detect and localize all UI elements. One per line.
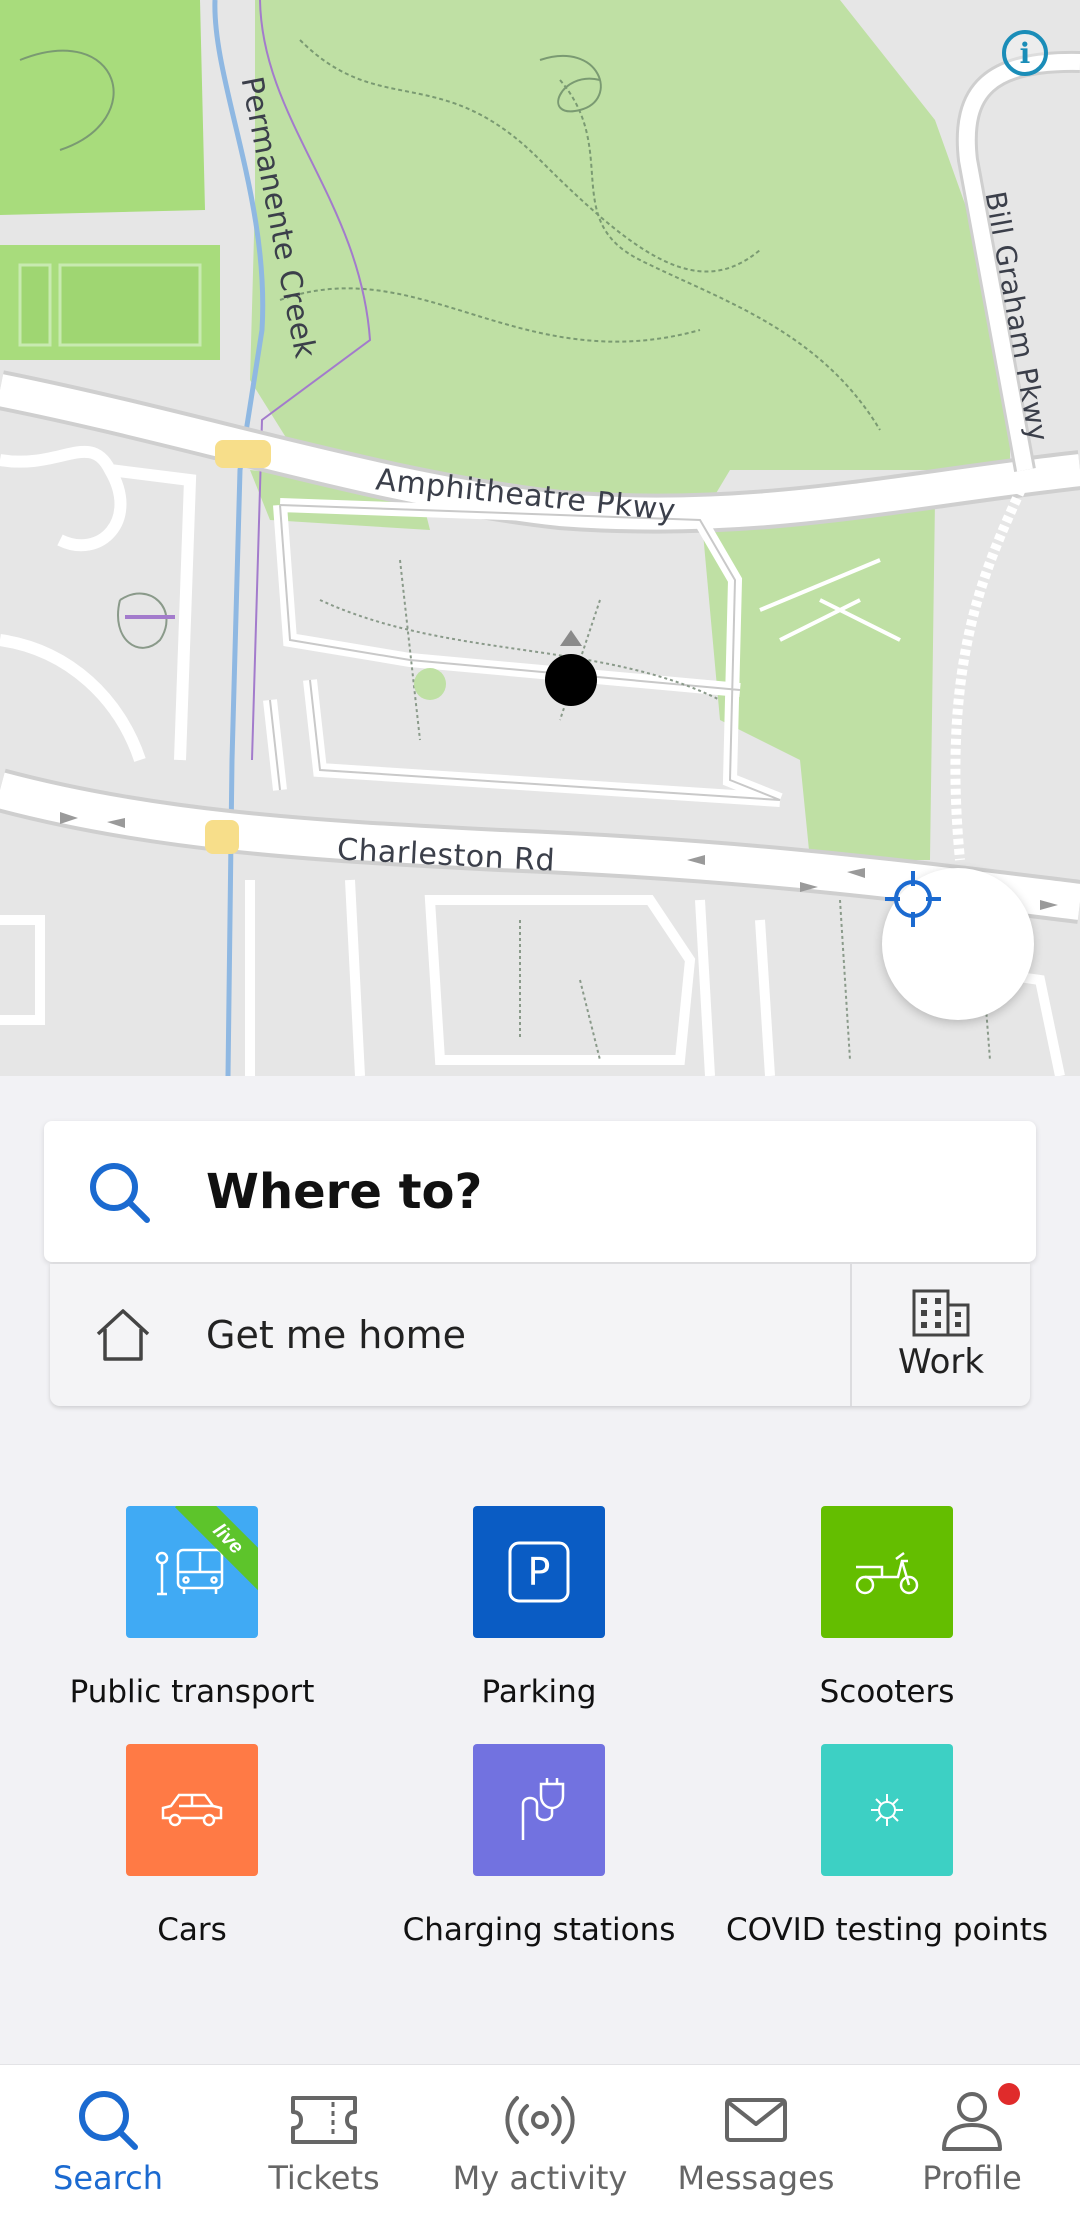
charging-stations-label: Charging stations	[402, 1912, 676, 1948]
notification-dot	[998, 2083, 1020, 2105]
house-icon	[96, 1309, 150, 1361]
charging-stations-tile	[473, 1744, 605, 1876]
info-icon: i	[1019, 36, 1031, 70]
crosshair-icon	[885, 871, 941, 927]
ticket-icon	[291, 2096, 357, 2144]
scooters-tile	[821, 1506, 953, 1638]
get-me-home-label: Get me home	[206, 1313, 467, 1357]
covid-testing-label: COVID testing points	[725, 1912, 1049, 1948]
locate-me-button[interactable]	[882, 868, 1034, 1020]
get-me-home-button[interactable]: Get me home	[50, 1264, 850, 1406]
public-transport-label: Public transport	[69, 1674, 315, 1710]
nav-my-activity-label: My activity	[452, 2159, 628, 2197]
parking-icon: P	[508, 1541, 570, 1603]
work-label: Work	[897, 1342, 985, 1382]
parking-tile: P	[473, 1506, 605, 1638]
nav-search[interactable]: Search	[0, 2065, 216, 2221]
search-placeholder: Where to?	[206, 1163, 483, 1220]
info-button[interactable]: i	[1002, 30, 1048, 76]
virus-icon	[871, 1794, 903, 1826]
nav-search-label: Search	[53, 2159, 163, 2197]
person-icon	[942, 2092, 1002, 2151]
scooter-icon	[855, 1552, 919, 1595]
category-charging-stations[interactable]: Charging stations	[369, 1744, 709, 1948]
search-icon	[90, 1162, 150, 1223]
work-button[interactable]: Work	[850, 1264, 1030, 1406]
nav-messages-label: Messages	[677, 2159, 835, 2197]
category-covid-testing[interactable]: COVID testing points	[717, 1744, 1057, 1948]
svg-text:P: P	[528, 1550, 551, 1594]
map-view[interactable]: Permanente Creek Amphitheatre Pkwy Bill …	[0, 0, 1080, 1076]
cars-tile	[126, 1744, 258, 1876]
nav-tickets-label: Tickets	[268, 2159, 380, 2197]
shortcut-row: Get me home Work	[50, 1264, 1030, 1406]
covid-testing-tile	[821, 1744, 953, 1876]
car-icon	[161, 1793, 223, 1827]
nav-tickets[interactable]: Tickets	[216, 2065, 432, 2221]
nav-profile-label: Profile	[922, 2159, 1022, 2197]
category-parking[interactable]: P Parking	[369, 1506, 709, 1710]
nav-profile[interactable]: Profile	[864, 2065, 1080, 2221]
public-transport-tile: live	[126, 1506, 258, 1638]
building-icon	[912, 1289, 970, 1337]
nav-my-activity[interactable]: My activity	[432, 2065, 648, 2221]
category-scooters[interactable]: Scooters	[717, 1506, 1057, 1710]
bus-stop-icon	[155, 1548, 224, 1596]
envelope-icon	[725, 2098, 787, 2142]
broadcast-icon	[505, 2096, 575, 2144]
search-field[interactable]: Where to?	[44, 1121, 1036, 1262]
category-public-transport[interactable]: live Public transport	[22, 1506, 362, 1710]
bottom-navigation: Search Tickets My activity Messages Prof…	[0, 2064, 1080, 2221]
cars-label: Cars	[157, 1912, 227, 1948]
search-icon	[79, 2091, 138, 2150]
category-cars[interactable]: Cars	[22, 1744, 362, 1948]
nav-messages[interactable]: Messages	[648, 2065, 864, 2221]
parking-label: Parking	[481, 1674, 597, 1710]
plug-icon	[521, 1778, 565, 1840]
scooters-label: Scooters	[819, 1674, 955, 1710]
